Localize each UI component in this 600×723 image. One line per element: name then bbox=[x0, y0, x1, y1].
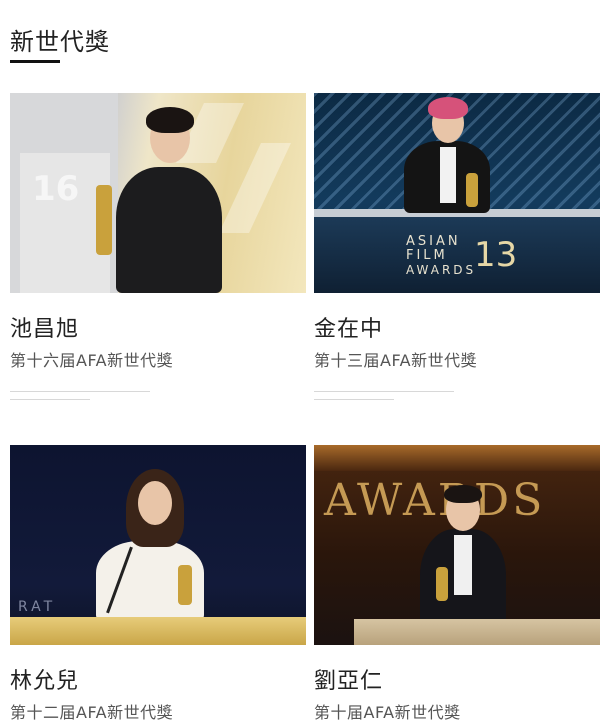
backdrop-facet bbox=[219, 143, 291, 233]
person-hair bbox=[428, 97, 468, 119]
divider bbox=[314, 399, 394, 400]
person-hair bbox=[146, 107, 194, 133]
award-photo[interactable]: ASIAN FILM AWARDS 13 bbox=[314, 93, 600, 293]
award-card[interactable]: 16 池昌旭 第十六届AFA新世代獎 bbox=[10, 93, 306, 400]
award-desc: 第十二届AFA新世代獎 bbox=[10, 703, 174, 722]
shirt bbox=[454, 535, 472, 595]
award-card[interactable]: AWARDS 劉亞仁 第十届AFA新世代獎 bbox=[314, 445, 600, 722]
award-desc: 第十届AFA新世代獎 bbox=[314, 703, 461, 722]
award-desc: 第十三届AFA新世代獎 bbox=[314, 351, 478, 370]
divider bbox=[10, 391, 150, 392]
award-photo[interactable]: RAT bbox=[10, 445, 306, 645]
logo-line: AWARDS bbox=[406, 263, 477, 277]
award-card[interactable]: RAT 林允兒 第十二届AFA新世代獎 bbox=[10, 445, 306, 722]
person-figure bbox=[116, 167, 222, 293]
podium bbox=[10, 617, 306, 645]
award-desc: 第十六届AFA新世代獎 bbox=[10, 351, 174, 370]
backdrop-text: AWARDS bbox=[324, 475, 546, 526]
logo-line: ASIAN bbox=[406, 234, 461, 249]
award-name: 劉亞仁 bbox=[314, 669, 384, 694]
shirt bbox=[440, 147, 456, 203]
person-hair bbox=[444, 485, 482, 503]
trophy-icon bbox=[466, 173, 478, 207]
award-photo[interactable]: 16 bbox=[10, 93, 306, 293]
event-logo: ASIAN FILM AWARDS bbox=[406, 234, 477, 278]
award-name: 金在中 bbox=[314, 317, 384, 342]
title-underline bbox=[10, 60, 60, 63]
logo-number: 13 bbox=[474, 235, 518, 275]
award-card[interactable]: ASIAN FILM AWARDS 13 金在中 第十三届AFA新世代獎 bbox=[314, 93, 600, 400]
lectern bbox=[354, 619, 600, 645]
trophy-icon bbox=[96, 185, 112, 255]
backdrop-number: 16 bbox=[32, 169, 80, 209]
logo-line: FILM bbox=[406, 248, 448, 263]
person-face bbox=[138, 481, 172, 525]
award-photo[interactable]: AWARDS bbox=[314, 445, 600, 645]
section-title: 新世代獎 bbox=[10, 28, 110, 56]
divider bbox=[314, 391, 454, 392]
backdrop-text: RAT bbox=[18, 599, 57, 615]
award-name: 池昌旭 bbox=[10, 317, 80, 342]
trophy-icon bbox=[178, 565, 192, 605]
divider bbox=[10, 399, 90, 400]
backdrop-glow bbox=[314, 445, 600, 471]
trophy-icon bbox=[436, 567, 448, 601]
award-name: 林允兒 bbox=[10, 669, 80, 694]
